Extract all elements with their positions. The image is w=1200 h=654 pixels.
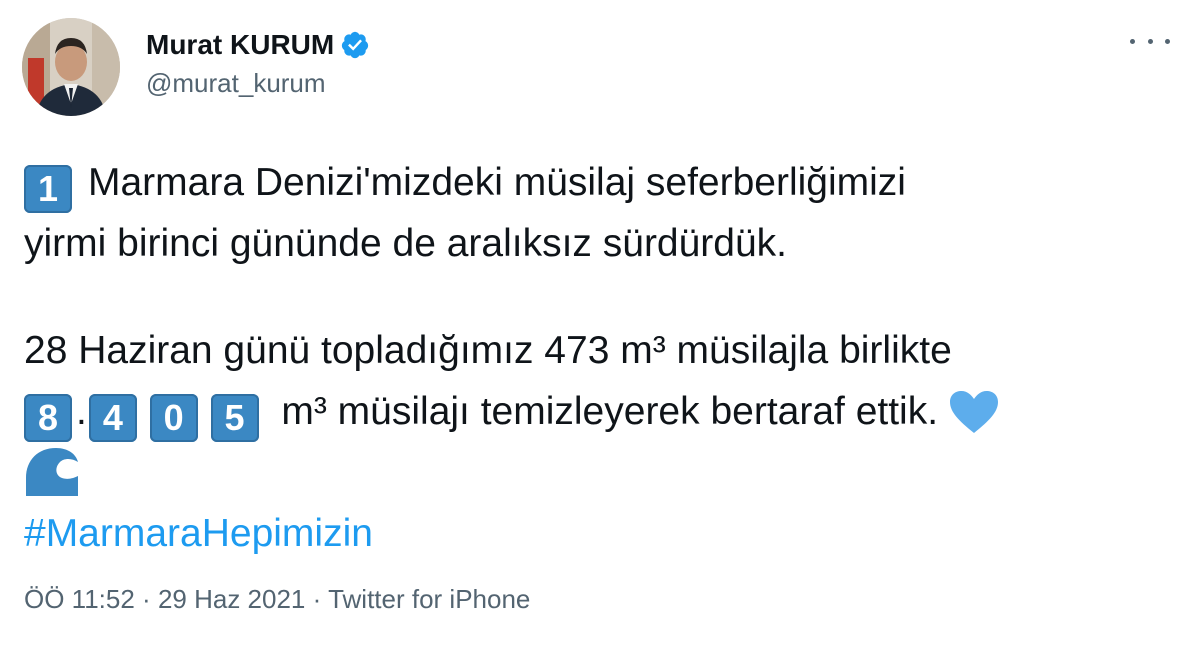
tweet-source[interactable]: Twitter for iPhone [328, 584, 530, 614]
tweet-line-3-text: 28 Haziran günü topladığımız 473 m³ müsi… [24, 329, 952, 372]
meta-separator: · [142, 584, 151, 614]
tweet-text: 1 Marmara Denizi'mizdeki müsilaj seferber… [24, 152, 1174, 564]
tweet-line-1: 1 Marmara Denizi'mizdeki müsilaj seferber… [24, 152, 1174, 213]
tweet-meta: ÖÖ 11:52 · 29 Haz 2021 · Twitter for iPh… [24, 584, 530, 615]
keycap-four-icon: 4 [88, 394, 137, 442]
keycap-zero-icon: 0 [149, 394, 198, 442]
meta-separator: · [312, 584, 322, 614]
tweet-card: Murat KURUM @murat_kurum 1 Marmara Denizi… [0, 0, 1200, 654]
verified-badge-icon [340, 30, 370, 60]
blue-heart-icon [949, 390, 999, 452]
avatar[interactable] [22, 18, 120, 116]
avatar-photo-icon [22, 18, 120, 116]
keycap-one-icon: 1 [24, 165, 72, 213]
tweet-line-5 [24, 442, 1174, 503]
tweet-line-4-text: m³ müsilajı temizleyerek bertaraf ettik. [281, 390, 939, 433]
tweet-date[interactable]: 29 Haz 2021 [158, 584, 305, 614]
author-name[interactable]: Murat KURUM [146, 29, 334, 61]
dot-icon [1165, 38, 1170, 44]
tweet-line-6: #MarmaraHepimizin [24, 503, 1174, 564]
more-options-button[interactable] [1130, 26, 1170, 56]
author-handle[interactable]: @murat_kurum [146, 68, 370, 99]
dot-icon [1130, 38, 1135, 44]
tweet-line-2: yirmi birinci gününde de aralıksız sürdü… [24, 213, 1174, 274]
tweet-line-2-text: yirmi birinci gününde de aralıksız sürdü… [24, 222, 788, 265]
tweet-time[interactable]: ÖÖ 11:52 [24, 584, 135, 614]
keycap-five-icon: 5 [210, 394, 259, 442]
tweet-line-3: 28 Haziran günü topladığımız 473 m³ müsi… [24, 320, 1174, 381]
hashtag-link[interactable]: #MarmaraHepimizin [24, 512, 373, 555]
thousands-separator: . [76, 390, 87, 433]
tweet-line-4: 8.4 0 5 m³ müsilajı temizleyerek bertara… [24, 381, 1174, 442]
author-block: Murat KURUM @murat_kurum [146, 26, 370, 99]
keycap-eight-icon: 8 [24, 394, 72, 442]
dot-icon [1147, 38, 1153, 44]
tweet-line-1-text: Marmara Denizi'mizdeki müsilaj seferberl… [88, 161, 906, 204]
name-row: Murat KURUM [146, 26, 370, 64]
